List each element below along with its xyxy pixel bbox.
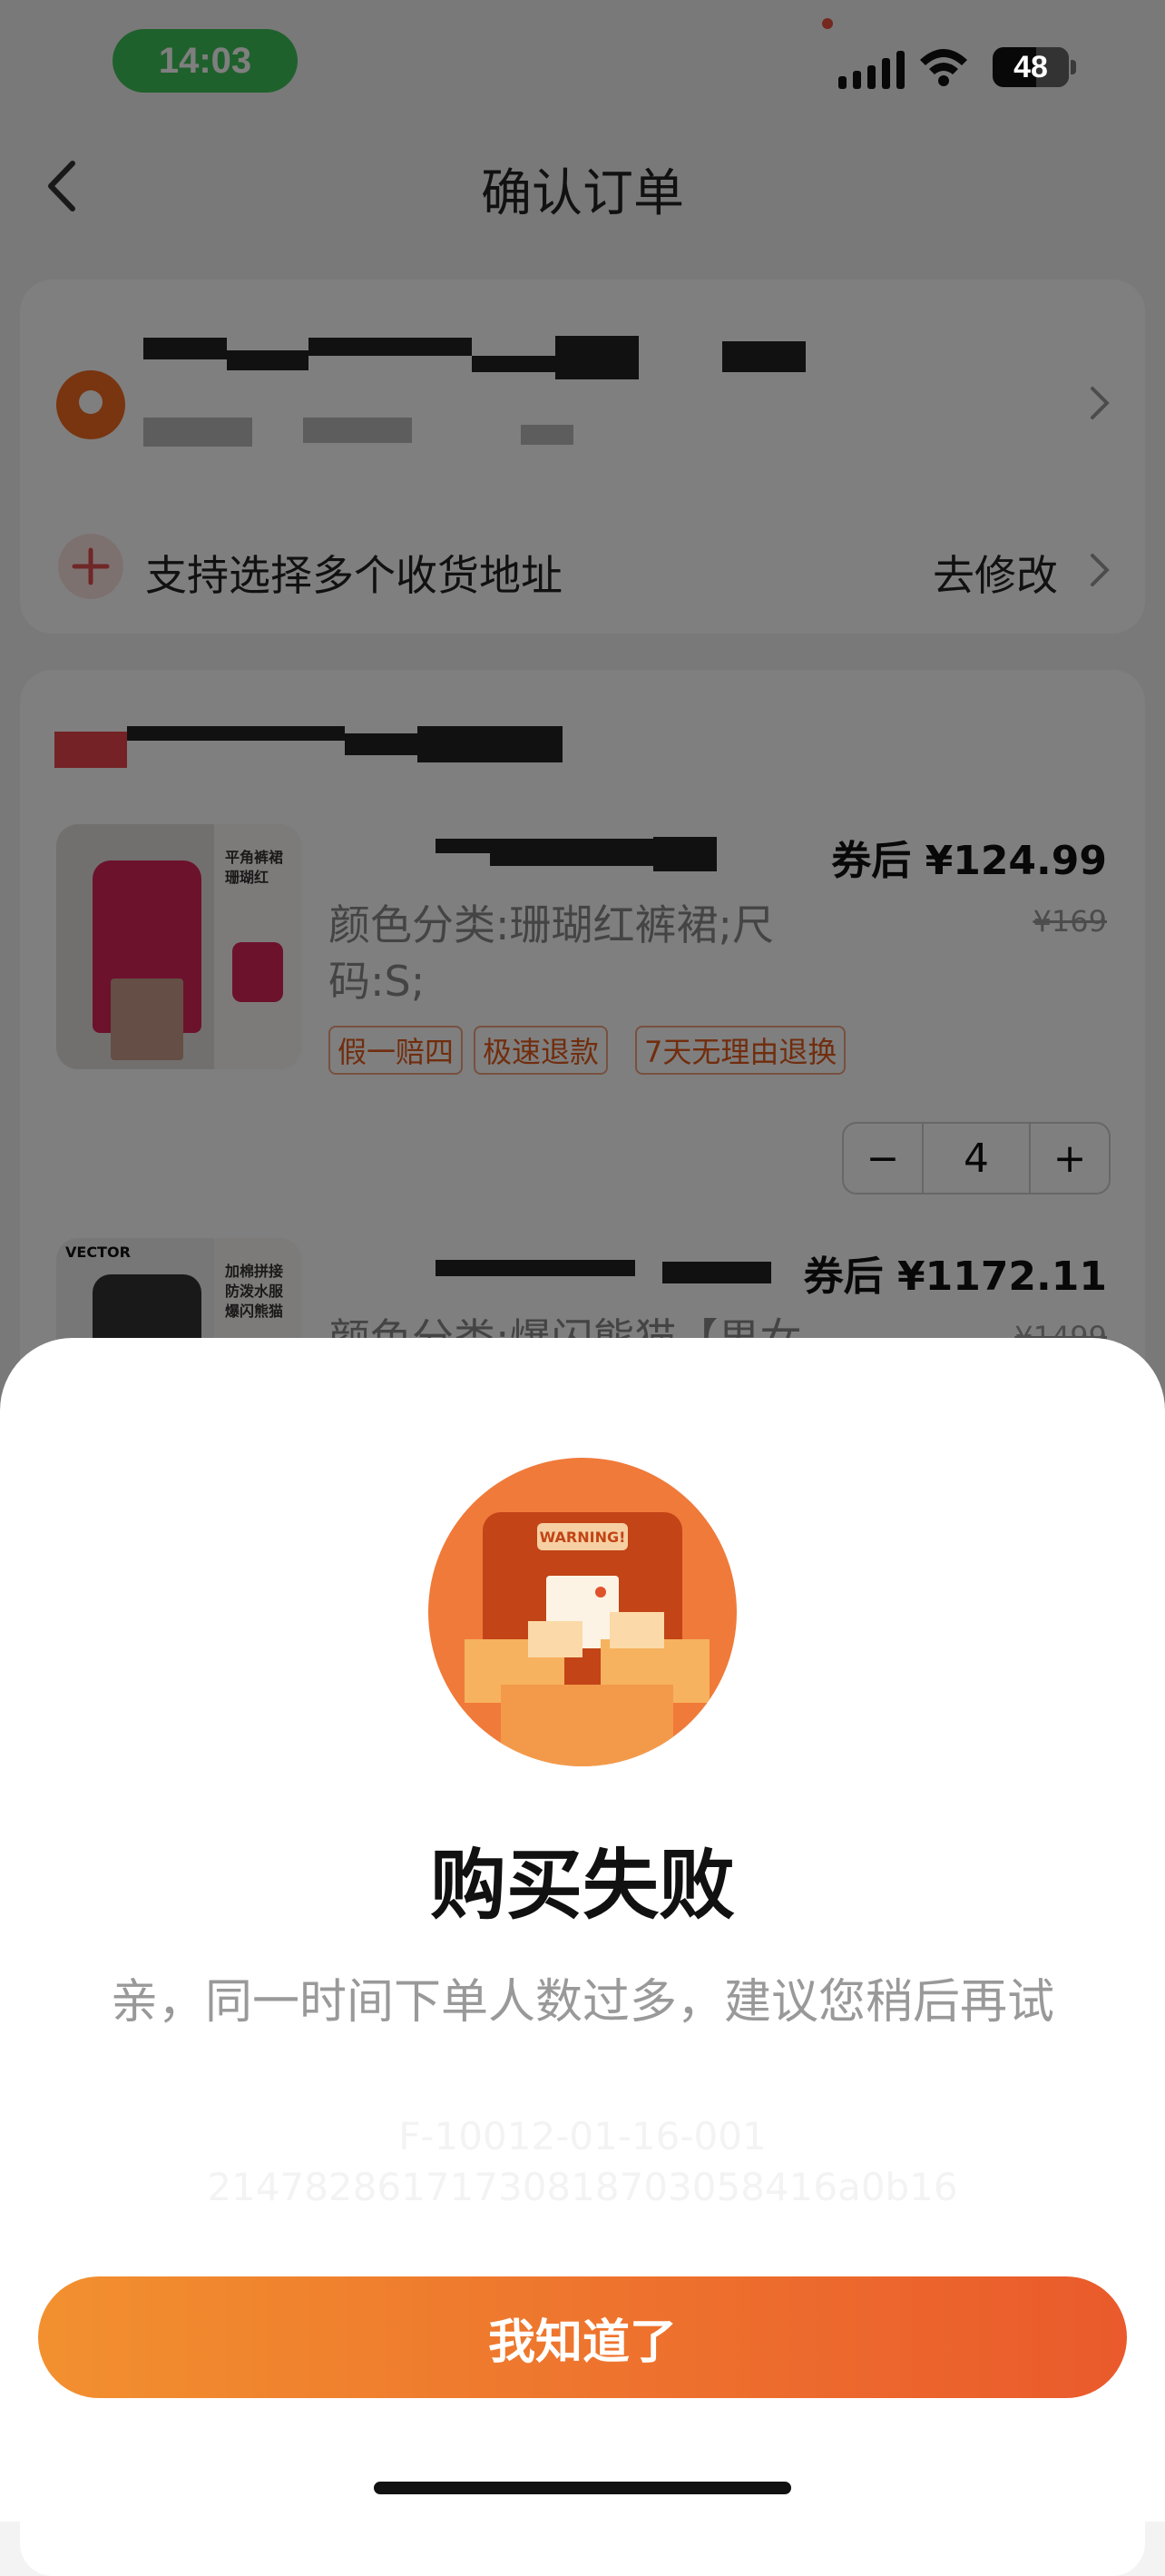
dialog-title: 购买失败 (429, 1841, 735, 1930)
error-code: F-10012-01-16-001 2147828617173081870305… (73, 2111, 1092, 2213)
battery-level: 48 (1013, 49, 1048, 84)
warning-box-illustration: WARNING! (428, 1458, 737, 1766)
acknowledge-button[interactable]: 我知道了 (38, 2276, 1127, 2398)
warning-label: WARNING! (540, 1529, 626, 1546)
home-indicator[interactable] (374, 2482, 791, 2494)
dialog-message: 亲，同一时间下单人数过多，建议您稍后再试 (110, 1975, 1054, 2030)
error-code-line: F-10012-01-16-001 (398, 2114, 767, 2158)
trace-id-line: 21478286171730818703058416a0b16 (207, 2165, 958, 2209)
